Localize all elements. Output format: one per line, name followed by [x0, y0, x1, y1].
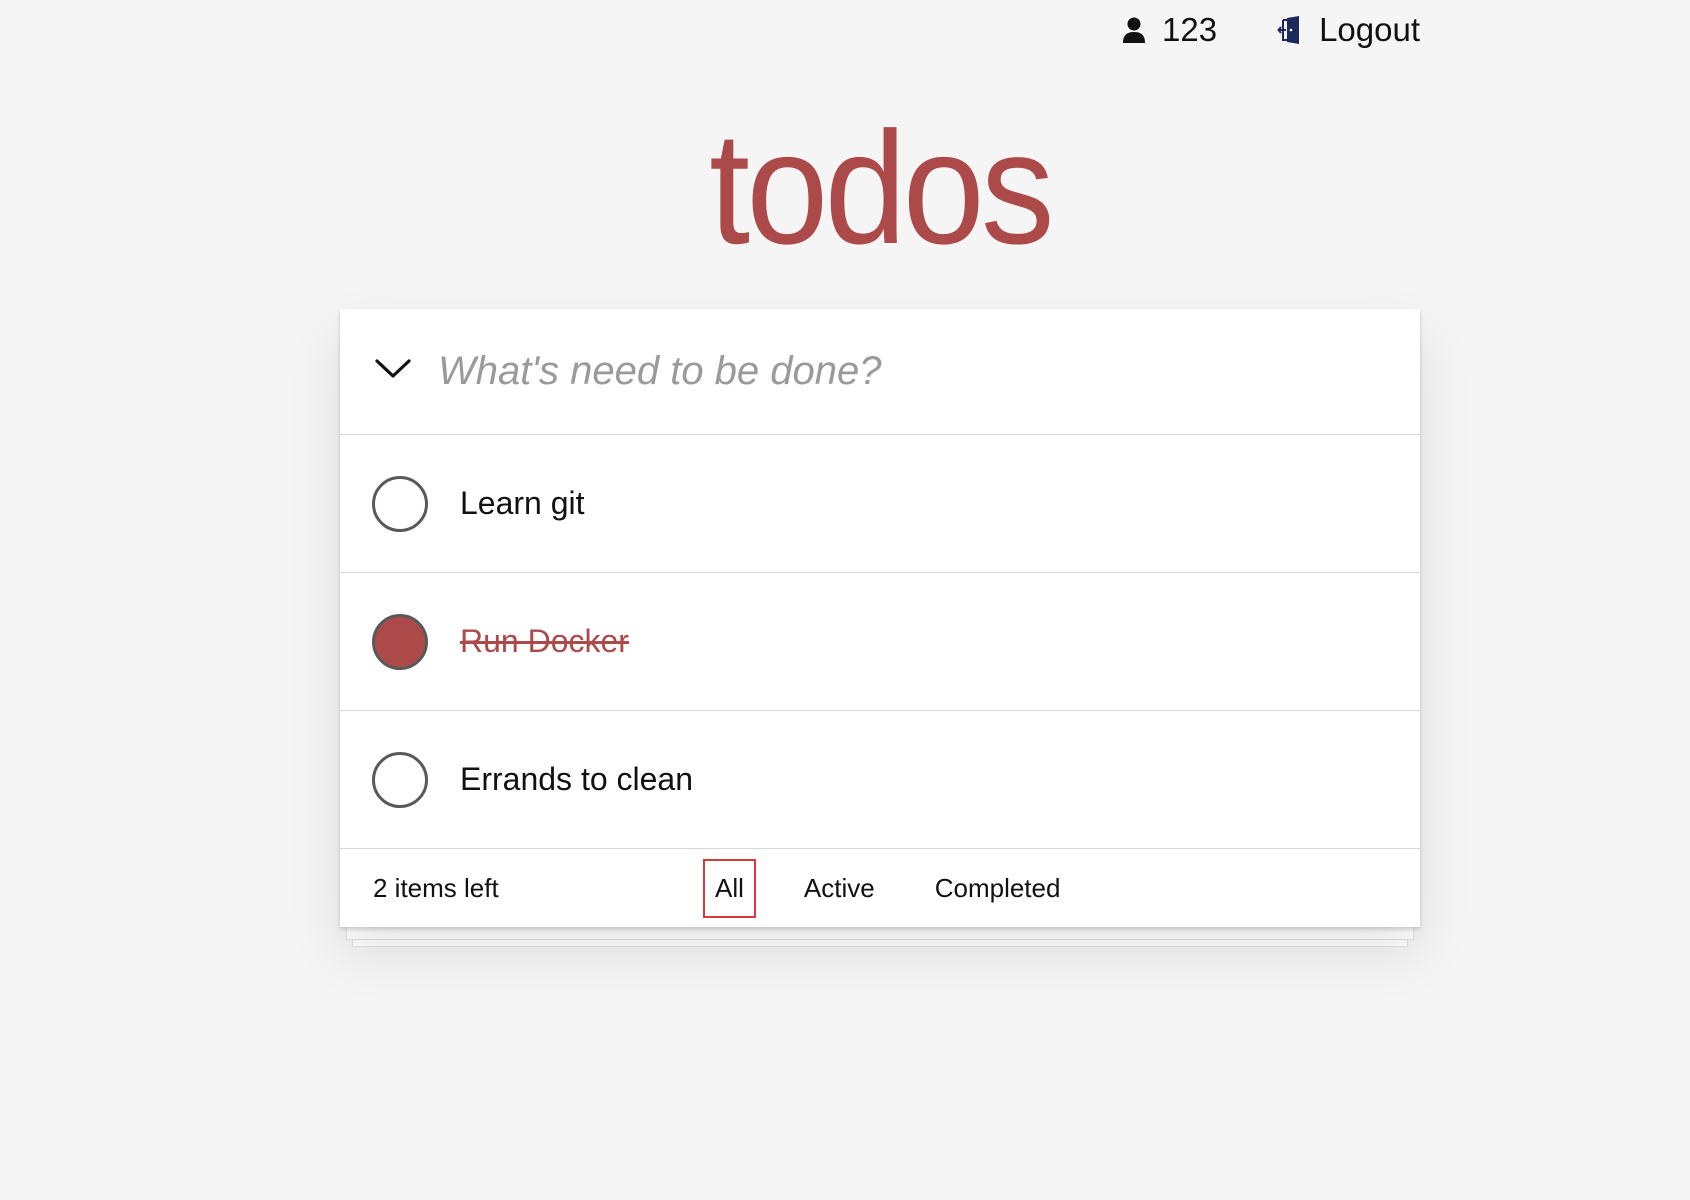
todo-checkbox[interactable]	[372, 613, 428, 670]
todo-app: Learn git Run Docker Errands to clean 2 …	[340, 309, 1420, 947]
filter-all[interactable]: All	[703, 858, 756, 918]
user-account[interactable]: 123	[1122, 11, 1217, 49]
logout-icon	[1277, 15, 1303, 45]
todo-item: Errands to clean	[340, 711, 1420, 849]
user-bar: 123 Logout	[1122, 6, 1420, 54]
new-todo-input[interactable]	[438, 331, 1420, 412]
todo-item: Run Docker	[340, 573, 1420, 711]
items-left-count: 2 items left	[373, 872, 499, 903]
new-todo-row	[340, 309, 1420, 435]
todo-checkbox[interactable]	[372, 751, 428, 808]
filter-completed[interactable]: Completed	[923, 859, 1073, 918]
logout-label: Logout	[1319, 11, 1420, 48]
filter-tabs: All Active Completed	[703, 858, 1073, 918]
user-icon	[1122, 16, 1146, 44]
toggle-all-button[interactable]	[348, 309, 438, 435]
todo-checkbox[interactable]	[372, 475, 428, 532]
todo-label[interactable]: Run Docker	[460, 623, 629, 660]
todo-card: Learn git Run Docker Errands to clean 2 …	[340, 309, 1420, 927]
todo-list: Learn git Run Docker Errands to clean	[340, 435, 1420, 849]
todo-label[interactable]: Errands to clean	[460, 761, 693, 798]
todo-item: Learn git	[340, 435, 1420, 573]
filter-active[interactable]: Active	[792, 859, 887, 918]
chevron-down-icon	[375, 358, 411, 385]
todo-footer: 2 items left All Active Completed	[340, 849, 1420, 927]
username: 123	[1162, 11, 1218, 48]
logout-button[interactable]: Logout	[1277, 11, 1420, 49]
app-title: todos	[709, 98, 1054, 277]
todo-label[interactable]: Learn git	[460, 485, 585, 522]
